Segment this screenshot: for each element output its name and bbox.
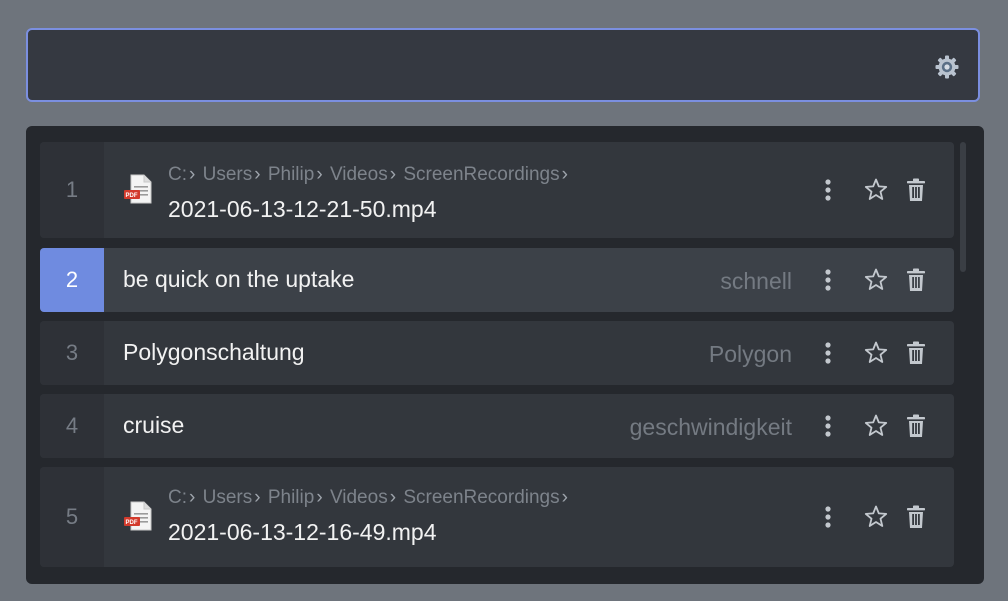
trash-icon[interactable] [904, 177, 928, 203]
result-hint: Polygon [708, 341, 792, 367]
result-title: be quick on the uptake [123, 266, 355, 292]
row-index: 1 [40, 142, 104, 238]
path-segment: Videos [329, 487, 388, 508]
results-panel: 1 PDF C: › Users › Philip › Videos › ScreenR… [26, 126, 984, 584]
file-path: C: › Users › Philip › Videos › ScreenRecordi… [168, 487, 568, 508]
star-icon[interactable] [864, 177, 888, 203]
trash-icon[interactable] [904, 413, 928, 439]
svg-text:PDF: PDF [126, 520, 138, 526]
path-segment: ScreenRecordings [403, 164, 560, 185]
trash-icon[interactable] [904, 267, 928, 293]
result-row[interactable]: 5 PDF C: › Users › Philip › Videos › ScreenR… [40, 467, 954, 567]
result-hint: geschwindigkeit [629, 414, 792, 440]
gear-icon[interactable] [934, 54, 960, 80]
more-vertical-icon[interactable] [816, 177, 840, 203]
search-input[interactable] [42, 44, 926, 88]
result-title: cruise [123, 412, 185, 438]
row-index: 5 [40, 467, 104, 567]
star-icon[interactable] [864, 413, 888, 439]
result-row[interactable]: 2 be quick on the uptake schnell [40, 248, 954, 312]
path-segment: C: [168, 487, 187, 508]
trash-icon[interactable] [904, 340, 928, 366]
more-vertical-icon[interactable] [816, 340, 840, 366]
result-row[interactable]: 4 cruise geschwindigkeit [40, 394, 954, 458]
search-box[interactable] [26, 28, 980, 102]
path-segment: Videos [329, 164, 388, 185]
file-path: C: › Users › Philip › Videos › ScreenRecordi… [168, 164, 568, 185]
path-segment: Philip [267, 164, 315, 185]
pdf-file-icon: PDF [124, 174, 152, 204]
path-segment: Users [202, 487, 253, 508]
file-name: 2021-06-13-12-21-50.mp4 [168, 196, 437, 222]
path-segment: Philip [267, 487, 315, 508]
path-segment: Users [202, 164, 253, 185]
result-row[interactable]: 3 Polygonschaltung Polygon [40, 321, 954, 385]
path-segment: ScreenRecordings [403, 487, 560, 508]
result-title: Polygonschaltung [123, 339, 305, 365]
star-icon[interactable] [864, 267, 888, 293]
file-name: 2021-06-13-12-16-49.mp4 [168, 519, 437, 545]
star-icon[interactable] [864, 340, 888, 366]
scrollbar[interactable] [960, 142, 966, 272]
pdf-file-icon: PDF [124, 501, 152, 531]
row-index: 3 [40, 321, 104, 385]
result-row[interactable]: 1 PDF C: › Users › Philip › Videos › ScreenR… [40, 142, 954, 238]
more-vertical-icon[interactable] [816, 413, 840, 439]
trash-icon[interactable] [904, 504, 928, 530]
path-segment: C: [168, 164, 187, 185]
more-vertical-icon[interactable] [816, 267, 840, 293]
svg-text:PDF: PDF [126, 193, 138, 199]
more-vertical-icon[interactable] [816, 504, 840, 530]
result-hint: schnell [720, 268, 792, 294]
row-index: 4 [40, 394, 104, 458]
star-icon[interactable] [864, 504, 888, 530]
row-index: 2 [40, 248, 104, 312]
